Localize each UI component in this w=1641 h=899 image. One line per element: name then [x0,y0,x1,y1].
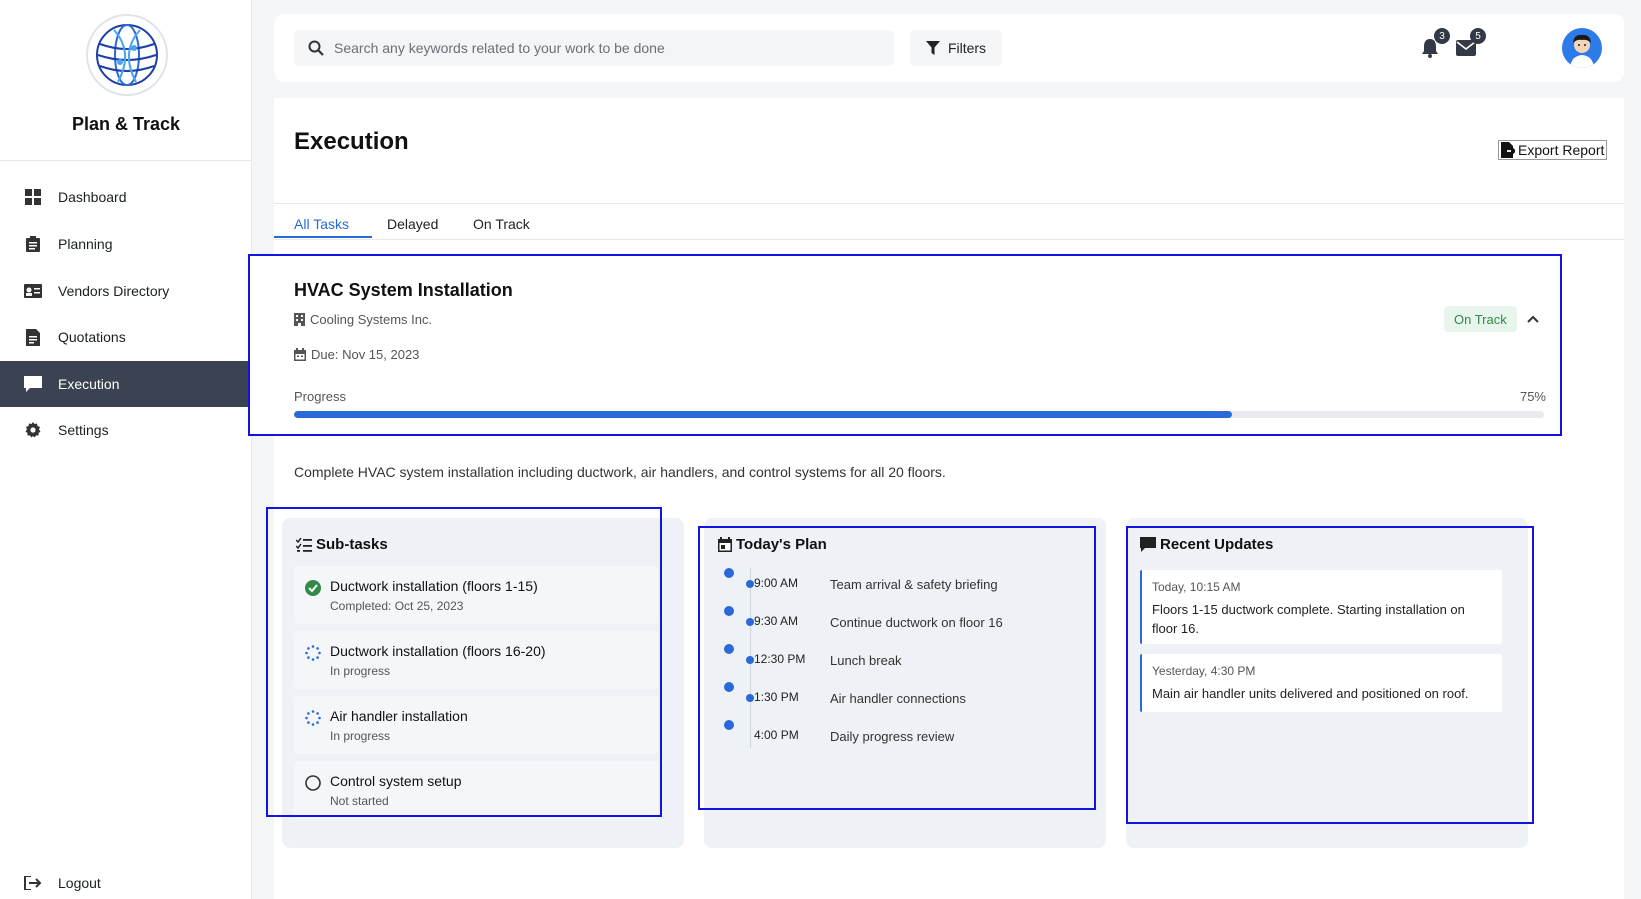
recent-updates-highlight-outline [1126,526,1534,824]
sidebar-item-dashboard[interactable]: Dashboard [0,174,252,220]
messages-button[interactable]: 5 [1452,28,1486,62]
address-card-icon [24,282,42,300]
user-avatar[interactable] [1562,28,1602,68]
chat-icon [24,375,42,393]
sidebar-item-label: Vendors Directory [58,283,170,299]
globe-logo-icon [96,24,158,86]
sidebar-item-label: Quotations [58,329,126,345]
task-due-text: Due: Nov 15, 2023 [311,347,420,362]
main-content: Execution Export Report All Tasks Delaye… [248,98,1624,899]
file-export-icon [1501,142,1515,158]
sidebar-item-label: Planning [58,236,113,252]
filter-icon [925,41,940,55]
sidebar-item-label: Dashboard [58,189,127,205]
building-icon [294,313,305,326]
gear-icon [24,421,42,439]
clipboard-icon [24,235,42,253]
collapse-button[interactable] [1520,306,1546,332]
tab-delayed[interactable]: Delayed [387,208,438,240]
task-description: Complete HVAC system installation includ… [294,464,946,480]
task-vendor: Cooling Systems Inc. [294,312,432,327]
sidebar-item-vendors-directory[interactable]: Vendors Directory [0,268,252,314]
page-title: Execution [294,128,409,155]
chevron-up-icon [1527,315,1539,323]
search-icon [308,40,324,56]
sidebar-item-quotations[interactable]: Quotations [0,314,252,360]
sidebar-item-planning[interactable]: Planning [0,221,252,267]
logout-button[interactable]: Logout [0,868,252,898]
logout-label: Logout [58,875,101,891]
task-title: HVAC System Installation [294,280,513,300]
active-tab-indicator [274,236,372,238]
logout-icon [24,874,42,892]
task-card-header: HVAC System Installation Cooling Systems… [248,254,1562,436]
status-badge: On Track [1444,306,1517,332]
task-vendor-name: Cooling Systems Inc. [310,312,433,327]
filters-button[interactable]: Filters [910,30,1002,66]
invoice-icon [24,328,42,346]
tabs-bottom-border [274,239,1624,240]
sidebar-item-label: Settings [58,422,109,438]
progress-bar-fill [294,411,1232,418]
progress-label: Progress [294,389,347,404]
progress-percent: 75% [1519,389,1546,404]
app-logo [86,14,168,96]
top-bar: Filters 3 5 [274,14,1624,82]
todays-plan-highlight-outline [698,526,1096,810]
search-bar [294,30,894,66]
message-count-badge: 5 [1470,28,1486,44]
sidebar-divider [0,160,252,161]
task-due-date: Due: Nov 15, 2023 [294,347,419,362]
notifications-button[interactable]: 3 [1416,28,1450,62]
sidebar-item-execution[interactable]: Execution [0,361,252,407]
tab-on-track[interactable]: On Track [473,208,530,240]
dashboard-icon [24,188,42,206]
app-name: Plan & Track [71,114,181,134]
tabs-divider [274,203,1624,204]
sidebar: Plan & Track Dashboard Planning Vendors … [0,0,252,899]
subtasks-highlight-outline [266,507,662,817]
notification-count-badge: 3 [1434,28,1450,44]
export-report-button[interactable]: Export Report [1498,140,1608,160]
sidebar-item-settings[interactable]: Settings [0,407,252,453]
filters-label: Filters [947,40,987,56]
progress-bar [294,411,1544,418]
search-input[interactable] [334,40,874,56]
calendar-icon [294,348,306,361]
sidebar-item-label: Execution [58,376,120,392]
export-report-label: Export Report [1518,142,1605,158]
user-avatar-icon [1570,34,1594,68]
